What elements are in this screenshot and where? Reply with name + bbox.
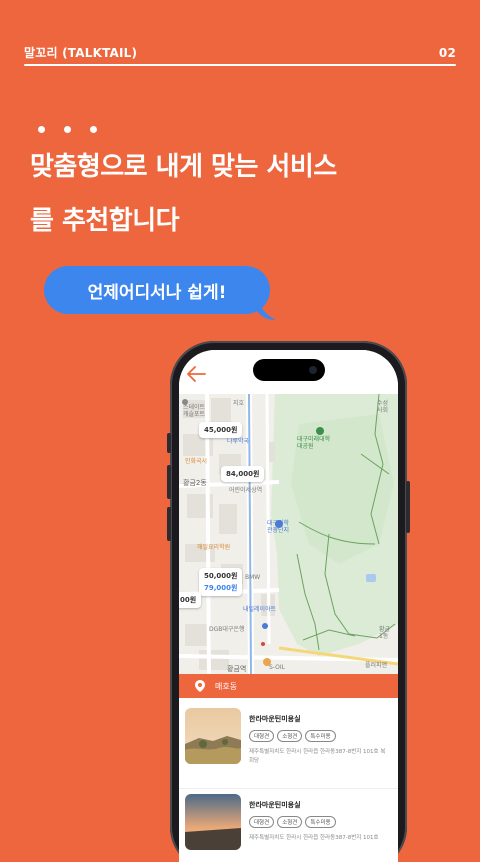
map-label: 대구과학 관광단지 (267, 520, 290, 534)
map-label: DGB대구은행 (209, 626, 245, 633)
tag-chip: 소형견 (277, 730, 303, 742)
map-label: 인화국시 (185, 458, 208, 465)
price-marker[interactable]: 45,000원 (199, 422, 243, 438)
speech-bubble-text: 언제어디서나 쉽게! (87, 282, 227, 303)
tag-list: 대형견 소형견 특수미용 (249, 816, 389, 828)
location-label: 매호동 (215, 681, 238, 691)
shop-thumbnail (185, 794, 241, 850)
price-marker[interactable]: 00원 (179, 592, 202, 608)
shop-thumbnail (185, 708, 241, 764)
speech-bubble-tail (254, 296, 276, 320)
top-header: 말꼬리 (TALKTAIL) 02 (24, 44, 456, 61)
headline-line-1: 맞춤형으로 내게 맞는 서비스 (30, 152, 337, 182)
list-divider (179, 788, 398, 789)
tag-chip: 특수미용 (305, 730, 336, 742)
tag-chip: 특수미용 (305, 816, 336, 828)
map-pin-icon (195, 680, 205, 692)
phone-side-button (167, 507, 171, 541)
map-label: 나루약국 (227, 438, 250, 445)
price-marker: 50,000원 (204, 572, 238, 580)
page-number: 02 (438, 45, 456, 60)
price-marker-highlight: 79,000원 (204, 584, 238, 592)
map-label: 내일레이아트 (243, 606, 277, 613)
map-label: 어린이세상역 (229, 487, 263, 494)
map-view[interactable]: 스테이트 캐슬포트 지호 나루약국 인화국시 황금2동 어린이세상역 대구미래대… (179, 394, 398, 674)
tag-chip: 대형견 (249, 816, 275, 828)
map-label: 스테이트 캐슬포트 (183, 404, 206, 418)
map-label: S-OIL (269, 664, 285, 671)
price-marker-cluster[interactable]: 50,000원 79,000원 (199, 568, 243, 596)
headline-line-2: 를 추천합니다 (30, 206, 180, 236)
phone-side-button (167, 465, 171, 499)
shop-list: 한라마운틴미용실 대형견 소형견 특수미용 제주특별자치도 한라시 한라읍 한라… (179, 698, 398, 862)
map-label: 수성 사회 (377, 400, 389, 414)
shop-address: 제주특별자치도 한라시 한라읍 한라동387-8번지 101호 (249, 835, 379, 841)
map-label: 플러피앤 (365, 662, 388, 669)
price-marker[interactable]: 84,000원 (221, 466, 265, 482)
shop-title: 한라마운틴미용실 (249, 715, 301, 723)
phone-side-button (406, 481, 410, 533)
location-bar[interactable]: 매호동 (179, 674, 398, 698)
shop-title: 한라마운틴미용실 (249, 801, 301, 809)
phone-screen: 스테이트 캐슬포트 지호 나루약국 인화국시 황금2동 어린이세상역 대구미래대… (179, 350, 398, 862)
map-label: 해일요리학원 (197, 544, 231, 551)
header-divider (24, 64, 456, 66)
shop-address: 제주특별자치도 한라시 한라읍 한라동387-8번지 101호 복회당 (249, 749, 386, 764)
map-label: 대구미래대학 대공원 (297, 436, 331, 450)
arrow-left-icon[interactable] (185, 364, 207, 384)
headline: 맞춤형으로 내게 맞는 서비스 를 추천합니다 (30, 140, 337, 248)
brand-label: 말꼬리 (TALKTAIL) (24, 46, 138, 60)
dynamic-island (253, 359, 325, 381)
speech-bubble: 언제어디서나 쉽게! (44, 266, 270, 314)
phone-side-button (167, 433, 171, 453)
map-label: 지호 (233, 400, 245, 407)
map-label: 황금 1동 (379, 626, 391, 640)
map-label: 황금2동 (183, 479, 207, 487)
map-label: BMW (245, 574, 261, 581)
tag-chip: 소형견 (277, 816, 303, 828)
list-item[interactable]: 한라마운틴미용실 대형견 소형견 특수미용 제주특별자치도 한라시 한라읍 한라… (185, 708, 398, 780)
tag-chip: 대형견 (249, 730, 275, 742)
tag-list: 대형견 소형견 특수미용 (249, 730, 389, 742)
phone-mockup: 스테이트 캐슬포트 지호 나루약국 인화국시 황금2동 어린이세상역 대구미래대… (167, 341, 410, 862)
map-label: 황금역 (227, 665, 247, 673)
list-item[interactable]: 한라마운틴미용실 대형견 소형견 특수미용 제주특별자치도 한라시 한라읍 한라… (185, 794, 398, 862)
